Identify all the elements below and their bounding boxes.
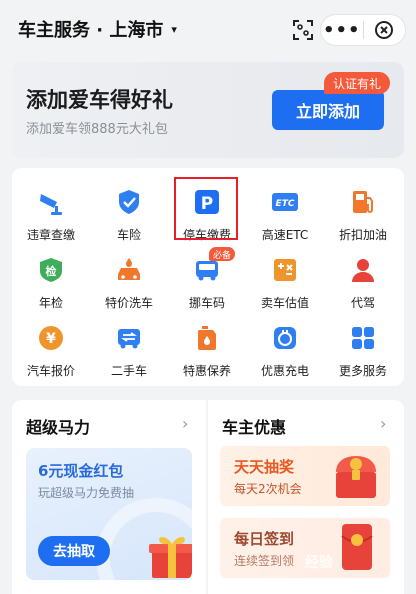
- chevron-down-icon: ▾: [171, 22, 177, 36]
- daily-lottery-card[interactable]: 天天抽奖 每天2次机会: [220, 446, 390, 506]
- service-label: 卖车估值: [260, 296, 309, 310]
- gift-box-icon: [149, 537, 192, 578]
- close-button[interactable]: [363, 20, 405, 40]
- chevron-right-icon[interactable]: ›: [182, 414, 188, 433]
- driver-icon: [352, 259, 374, 282]
- mini-program-capsule: •••: [320, 14, 406, 46]
- service-maintenance[interactable]: 特惠保养: [168, 318, 246, 382]
- service-label: 代驾: [350, 296, 375, 310]
- service-label: 违章查缴: [26, 228, 75, 242]
- service-label: 更多服务: [338, 364, 387, 378]
- banner-title: 添加爱车得好礼: [26, 88, 173, 112]
- city-selector[interactable]: 车主服务 · 上海市 ▾: [18, 16, 177, 42]
- parking-highlight-box: [174, 177, 238, 240]
- more-button[interactable]: •••: [321, 20, 363, 41]
- service-label: 折扣加油: [338, 228, 387, 242]
- page-title: 车主服务 · 上海市: [18, 20, 164, 41]
- treasure-chest-icon: [336, 456, 376, 498]
- redpack-title: 6元现金红包: [38, 462, 124, 480]
- promo-subtitle: 每天2次机会: [234, 482, 302, 496]
- draw-button[interactable]: 去抽取: [38, 536, 110, 566]
- car-wash-icon: [118, 258, 140, 280]
- must-have-badge: 必备: [209, 247, 236, 261]
- etc-icon: ETC: [272, 193, 298, 211]
- cash-redpack-card[interactable]: 6元现金红包 玩超级马力免费抽 去抽取: [26, 448, 192, 580]
- service-label: 挪车码: [188, 296, 225, 310]
- service-label: 汽车报价: [26, 364, 75, 378]
- valuation-icon: [274, 259, 296, 281]
- service-label: 优惠充电: [260, 364, 309, 378]
- charging-icon: [274, 327, 296, 349]
- service-inspection[interactable]: 检 年检: [12, 250, 90, 314]
- service-driver[interactable]: 代驾: [324, 250, 402, 314]
- service-label: 年检: [38, 296, 63, 310]
- section-title: 超级马力: [26, 418, 91, 437]
- promo-title: 天天抽奖: [234, 458, 295, 476]
- shield-check-icon: [119, 190, 139, 214]
- grid-more-icon: [352, 327, 374, 349]
- service-charging[interactable]: 优惠充电: [246, 318, 324, 382]
- add-car-banner[interactable]: 添加爱车得好礼 添加爱车领888元大礼包 立即添加 认证有礼: [12, 62, 404, 158]
- redpack-subtitle: 玩超级马力免费抽: [38, 486, 135, 500]
- service-move-car[interactable]: 挪车码: [168, 250, 246, 314]
- top-bar: 车主服务 · 上海市 ▾ •••: [0, 0, 416, 60]
- red-envelope-icon: [341, 524, 373, 570]
- service-used-car[interactable]: 二手车: [90, 318, 168, 382]
- promo-title: 每日签到: [234, 530, 295, 548]
- service-etc[interactable]: ETC 高速ETC: [246, 182, 324, 246]
- fuel-pump-icon: [353, 191, 373, 213]
- yuan-glyph: ¥: [46, 331, 56, 347]
- inspection-icon: 检: [40, 258, 62, 282]
- oil-can-icon: [198, 326, 216, 350]
- etc-glyph: ETC: [276, 199, 295, 209]
- service-more[interactable]: 更多服务: [324, 318, 402, 382]
- inspection-glyph: 检: [46, 264, 57, 278]
- chevron-right-icon[interactable]: ›: [380, 414, 386, 433]
- service-fuel[interactable]: 折扣加油: [324, 182, 402, 246]
- service-label: 特惠保养: [182, 364, 231, 378]
- verify-gift-badge: 认证有礼: [324, 72, 391, 94]
- scan-icon[interactable]: [292, 19, 314, 41]
- banner-subtitle: 添加爱车领888元大礼包: [26, 122, 168, 137]
- promo-subtitle: 连续签到领: [234, 554, 295, 568]
- service-car-wash[interactable]: 特价洗车: [90, 250, 168, 314]
- yuan-price-icon: ¥: [39, 326, 63, 350]
- section-title: 车主优惠: [222, 418, 287, 437]
- used-car-icon: [118, 329, 140, 349]
- service-label: 车险: [116, 228, 141, 242]
- watermark-text: 经验: [305, 555, 333, 571]
- service-label: 高速ETC: [261, 228, 309, 242]
- service-valuation[interactable]: 卖车估值: [246, 250, 324, 314]
- service-insurance[interactable]: 车险: [90, 182, 168, 246]
- add-car-button[interactable]: 立即添加: [272, 90, 384, 130]
- service-label: 二手车: [110, 364, 147, 378]
- service-price[interactable]: ¥ 汽车报价: [12, 318, 90, 382]
- super-power-card: 超级马力 › 6元现金红包 玩超级马力免费抽 去抽取: [12, 400, 206, 594]
- close-icon: [375, 21, 394, 39]
- service-label: 特价洗车: [104, 296, 153, 310]
- service-violation[interactable]: 违章查缴: [12, 182, 90, 246]
- camera-icon: [40, 194, 62, 215]
